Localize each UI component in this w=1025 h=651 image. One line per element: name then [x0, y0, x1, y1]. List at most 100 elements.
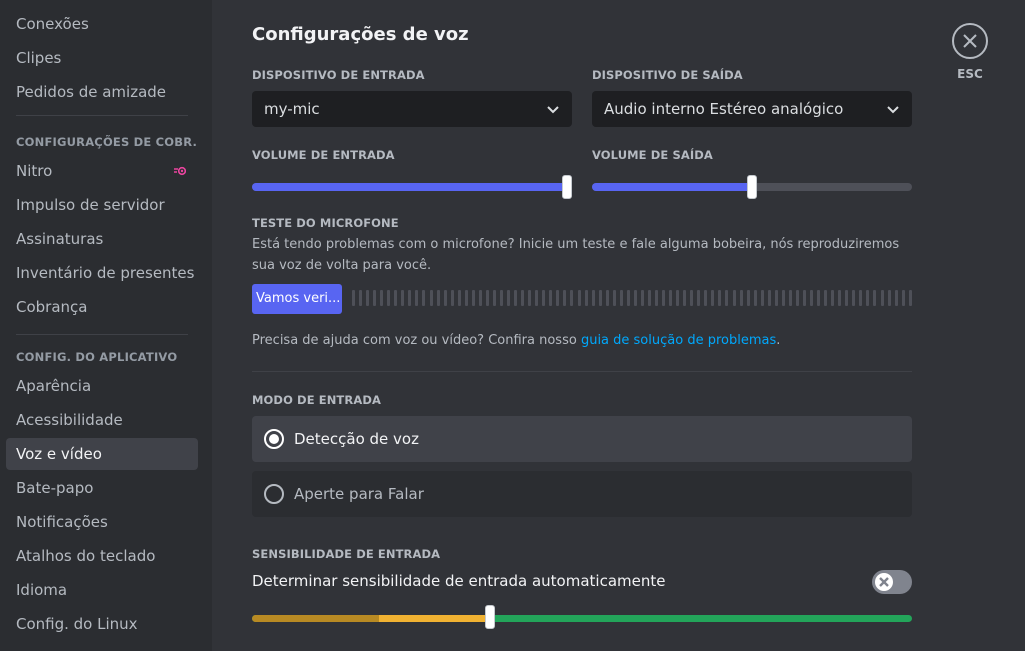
radio-voice-activity[interactable]: Detecção de voz — [252, 416, 912, 462]
sidebar-item-gift-inventory[interactable]: Inventário de presentes — [6, 257, 198, 289]
output-volume-handle[interactable] — [747, 175, 757, 199]
mic-level-bar — [633, 290, 637, 306]
mic-level-bar — [810, 290, 814, 306]
mic-level-bar — [612, 290, 616, 306]
radio-voice-activity-label: Detecção de voz — [294, 430, 419, 448]
mic-level-bar — [542, 290, 546, 306]
sidebar-header-billing: CONFIGURAÇÕES DE COBR... — [16, 135, 196, 149]
sidebar-item-friend-requests[interactable]: Pedidos de amizade — [6, 76, 198, 108]
mic-level-bar — [887, 290, 891, 306]
mic-level-bar — [845, 290, 849, 306]
sidebar-item-voice-video[interactable]: Voz e vídeo — [6, 438, 198, 470]
mic-level-bar — [873, 290, 877, 306]
output-volume-slider[interactable] — [592, 175, 912, 199]
mic-level-bar — [859, 290, 863, 306]
sensitivity-slider[interactable] — [252, 615, 912, 622]
sidebar-item-subscriptions[interactable]: Assinaturas — [6, 223, 198, 255]
sidebar-item-label: Nitro — [16, 162, 53, 180]
chevron-down-icon — [547, 106, 559, 114]
nitro-icon — [174, 166, 186, 176]
sidebar-item-accessibility[interactable]: Acessibilidade — [6, 404, 198, 436]
mic-level-bar — [373, 290, 377, 306]
mic-test-description: Está tendo problemas com o microfone? In… — [252, 237, 900, 273]
sidebar-item-clips[interactable]: Clipes — [6, 42, 198, 74]
input-device-select[interactable]: my-mic — [252, 91, 572, 127]
mic-test-button[interactable]: Vamos veri... — [252, 284, 342, 314]
output-volume-label: VOLUME DE SAÍDA — [592, 148, 713, 162]
mic-level-bar — [647, 290, 651, 306]
sensitivity-handle[interactable] — [485, 605, 495, 629]
sensitivity-level-mid — [379, 615, 489, 622]
mic-level-bar — [824, 290, 828, 306]
sidebar-item-chat[interactable]: Bate-papo — [6, 472, 198, 504]
page-title: Configurações de voz — [252, 24, 469, 45]
sidebar-header-app-settings: CONFIG. DO APLICATIVO — [16, 350, 178, 364]
mic-level-bar — [478, 290, 482, 306]
mic-test-label: TESTE DO MICROFONE — [252, 216, 399, 230]
mic-level-bar — [563, 290, 567, 306]
mic-level-bar — [507, 290, 511, 306]
mic-level-bar — [401, 290, 405, 306]
mic-level-bar — [739, 290, 743, 306]
radio-selected-icon — [264, 429, 284, 449]
input-volume-handle[interactable] — [562, 175, 572, 199]
mic-level-bar — [464, 290, 468, 306]
output-device-select[interactable]: Audio interno Estéreo analógico — [592, 91, 912, 127]
mic-level-bar — [683, 290, 687, 306]
mic-level-bar — [880, 290, 884, 306]
mic-level-bar — [662, 290, 666, 306]
mic-level-bar — [577, 290, 581, 306]
sidebar-item-linux-settings[interactable]: Config. do Linux — [6, 608, 198, 640]
input-volume-slider[interactable] — [252, 175, 572, 199]
sidebar-item-notifications[interactable]: Notificações — [6, 506, 198, 538]
mic-level-bar — [901, 290, 905, 306]
input-mode-label: MODO DE ENTRADA — [252, 393, 381, 407]
input-volume-fill — [252, 183, 572, 191]
sidebar-item-appearance[interactable]: Aparência — [6, 370, 198, 402]
mic-level-bar — [781, 290, 785, 306]
sidebar-item-server-boost[interactable]: Impulso de servidor — [6, 189, 198, 221]
mic-level-bar — [753, 290, 757, 306]
mic-level-bar — [514, 290, 518, 306]
mic-level-bar — [528, 290, 532, 306]
mic-level-bar — [838, 290, 842, 306]
mic-level-meter — [352, 290, 912, 306]
close-icon — [963, 34, 977, 48]
close-label: ESC — [957, 67, 983, 81]
mic-level-bar — [415, 290, 419, 306]
sidebar-divider — [16, 334, 188, 335]
mic-level-bar — [894, 290, 898, 306]
sidebar-item-connections[interactable]: Conexões — [6, 8, 198, 40]
mic-level-bar — [711, 290, 715, 306]
mic-level-bar — [908, 290, 912, 306]
mic-level-bar — [718, 290, 722, 306]
mic-level-bar — [732, 290, 736, 306]
mic-level-bar — [366, 290, 370, 306]
mic-level-bar — [655, 290, 659, 306]
input-volume-label: VOLUME DE ENTRADA — [252, 148, 395, 162]
mic-level-bar — [803, 290, 806, 306]
mic-level-bar — [457, 290, 461, 306]
close-button[interactable] — [952, 23, 988, 59]
output-device-value: Audio interno Estéreo analógico — [604, 100, 844, 118]
mic-level-bar — [485, 290, 489, 306]
sidebar-item-language[interactable]: Idioma — [6, 574, 198, 606]
mic-level-bar — [760, 290, 764, 306]
troubleshooting-link[interactable]: guia de solução de problemas — [581, 333, 776, 348]
auto-sensitivity-toggle[interactable] — [872, 570, 912, 594]
mic-level-bar — [380, 290, 384, 306]
mic-level-bar — [352, 290, 355, 306]
mic-level-bar — [471, 290, 475, 306]
mic-level-bar — [359, 290, 363, 306]
sensitivity-level-low — [252, 615, 379, 622]
sidebar-item-nitro[interactable]: Nitro — [6, 155, 198, 187]
mic-level-bar — [556, 290, 560, 306]
mic-level-bar — [436, 290, 440, 306]
sidebar-item-billing[interactable]: Cobrança — [6, 291, 198, 323]
sidebar-item-keybinds[interactable]: Atalhos do teclado — [6, 540, 198, 572]
toggle-off-icon — [879, 577, 889, 587]
mic-level-bar — [429, 290, 433, 306]
mic-level-bar — [549, 290, 553, 306]
mic-level-bar — [831, 290, 835, 306]
radio-push-to-talk[interactable]: Aperte para Falar — [252, 471, 912, 517]
